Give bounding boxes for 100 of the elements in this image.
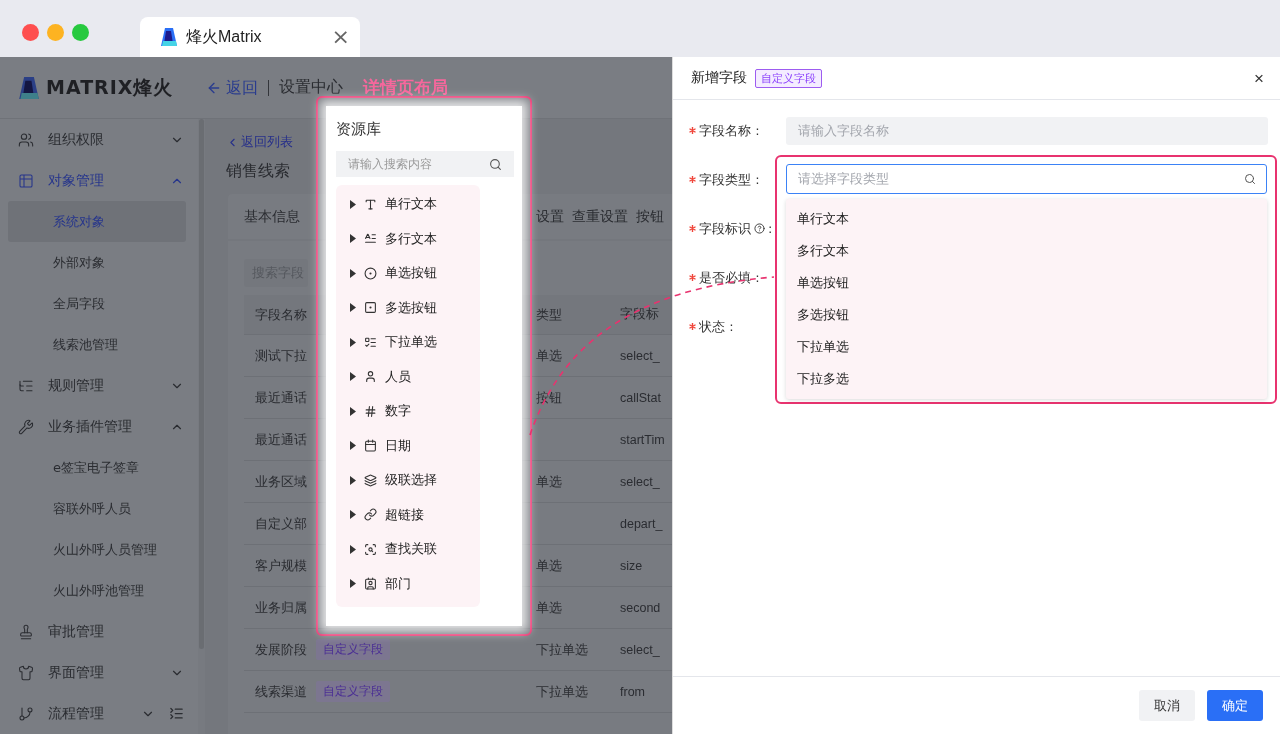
field-label: 状态 :: [699, 317, 734, 336]
help-icon[interactable]: [754, 223, 765, 234]
dropdown-option[interactable]: 下拉多选: [786, 363, 1267, 395]
maximize-dot[interactable]: [72, 24, 89, 41]
sidebar-subitem[interactable]: 火山外呼池管理: [8, 570, 187, 611]
tab[interactable]: 按钮: [636, 207, 664, 226]
letter-t-icon: [364, 197, 377, 211]
resource-item[interactable]: 级联选择: [350, 463, 480, 498]
table-cell: 下拉单选: [536, 683, 588, 699]
breadcrumb: 设置中心: [279, 77, 343, 98]
hash-icon: [364, 404, 377, 418]
dropdown-option[interactable]: 单行文本: [786, 203, 1267, 235]
sidebar-subitem[interactable]: 火山外呼人员管理: [8, 529, 187, 570]
select-field[interactable]: 请选择字段类型: [786, 164, 1267, 194]
resource-item[interactable]: 部门: [350, 566, 480, 601]
sidebar-item[interactable]: 对象管理: [0, 160, 199, 201]
confirm-button[interactable]: 确定: [1207, 690, 1263, 721]
field-label: 字段名称 :: [699, 121, 760, 140]
table-cell-text: 客户规模: [254, 556, 308, 575]
tab[interactable]: 设置: [536, 207, 564, 226]
sidebar-item[interactable]: 流程管理: [0, 693, 199, 734]
table-icon: [18, 172, 34, 189]
logo-icon: [160, 27, 178, 47]
table-cell: select_: [620, 642, 660, 657]
dropdown-option[interactable]: 多选按钮: [786, 299, 1267, 331]
checkbox-icon: [364, 301, 377, 315]
sidebar-subitem[interactable]: 容联外呼人员: [8, 488, 187, 529]
radio-icon: [364, 266, 377, 280]
sidebar-item[interactable]: 审批管理: [0, 611, 199, 652]
close-icon[interactable]: ×: [331, 26, 350, 48]
sidebar-subitem[interactable]: 外部对象: [8, 242, 187, 283]
table-cell: 单选: [536, 347, 562, 363]
close-button[interactable]: ×: [1254, 69, 1264, 87]
column-header: 字段标: [620, 306, 659, 323]
table-cell-text: 业务归属: [254, 598, 308, 617]
table-cell: 按钮: [536, 389, 562, 405]
sidebar-subitem[interactable]: 系统对象: [8, 201, 187, 242]
page-title: 销售线索: [226, 161, 290, 182]
logo-text: MATRIX烽火: [46, 74, 175, 100]
dropdown-option[interactable]: 单选按钮: [786, 267, 1267, 299]
cancel-button[interactable]: 取消: [1139, 690, 1195, 721]
tab-title: 烽火Matrix: [186, 26, 263, 47]
tab[interactable]: 基本信息: [244, 207, 300, 226]
collapse-icon[interactable]: [169, 706, 185, 721]
shirt-icon: [18, 664, 34, 681]
link-icon: [364, 508, 377, 522]
sidebar-subitem[interactable]: 全局字段: [8, 283, 187, 324]
contact-icon: [364, 577, 377, 591]
tab[interactable]: 查重设置: [572, 207, 628, 226]
person-icon: [364, 370, 377, 384]
search-icon: [1244, 173, 1256, 185]
back-link[interactable]: 返回: [206, 79, 269, 96]
dropdown-option[interactable]: 多行文本: [786, 235, 1267, 267]
back-link[interactable]: 返回列表: [226, 133, 293, 151]
tag: 自定义字段: [316, 639, 390, 660]
resource-item[interactable]: 多行文本: [350, 221, 480, 256]
resource-item[interactable]: 数字: [350, 394, 480, 429]
table-cell-text: 发展阶段: [254, 640, 308, 659]
table-cell-text: 最近通话: [254, 388, 308, 407]
minimize-dot[interactable]: [47, 24, 64, 41]
table-cell-text: 线索渠道: [254, 682, 308, 701]
resource-item[interactable]: 多选按钮: [350, 290, 480, 325]
tag: 自定义字段: [755, 68, 822, 88]
resource-item[interactable]: 超链接: [350, 497, 480, 532]
sidebar-subitem[interactable]: 线索池管理: [8, 324, 187, 365]
sidebar-item[interactable]: 规则管理: [0, 365, 199, 406]
sidebar-item[interactable]: 组织权限: [0, 119, 199, 160]
column-header: 字段名称: [254, 305, 308, 324]
search-field[interactable]: 请输入搜索内容: [336, 151, 514, 177]
sidebar-subitem[interactable]: e签宝电子签章: [8, 447, 187, 488]
resource-item[interactable]: 下拉单选: [350, 325, 480, 360]
table-cell: size: [620, 558, 643, 573]
close-dot[interactable]: [22, 24, 39, 41]
text-field[interactable]: 请输入字段名称: [786, 116, 1268, 145]
table-cell: callStat: [620, 390, 661, 405]
resource-item[interactable]: 查找关联: [350, 532, 480, 567]
logo-icon: [18, 74, 40, 101]
resource-item[interactable]: 单选按钮: [350, 256, 480, 291]
branch-icon: [18, 705, 34, 722]
resource-item[interactable]: 人员: [350, 359, 480, 394]
resource-item[interactable]: 日期: [350, 428, 480, 463]
sidebar-item[interactable]: 业务插件管理: [0, 406, 199, 447]
dropdown-option[interactable]: 下拉单选: [786, 331, 1267, 363]
text-lines-icon: [364, 232, 377, 246]
users-icon: [18, 131, 34, 148]
table-cell: 单选: [536, 599, 562, 615]
field-label: 字段类型 :: [699, 170, 760, 189]
table-cell-text: 测试下拉: [254, 346, 308, 365]
layers-icon: [364, 473, 377, 487]
resource-item[interactable]: 单行文本: [350, 187, 480, 222]
table-cell-text: 业务区域: [254, 472, 308, 491]
sidebar-item[interactable]: 界面管理: [0, 652, 199, 693]
table-cell: from: [620, 684, 645, 699]
field-label: 字段标识: [699, 219, 751, 238]
table-cell: 下拉单选: [536, 641, 588, 657]
table-cell: 单选: [536, 473, 562, 489]
browser-tab[interactable]: 烽火Matrix ×: [140, 17, 360, 57]
column-header: 类型: [536, 305, 563, 324]
annotation-label: 详情页布局: [363, 76, 448, 99]
calendar-icon: [364, 439, 377, 453]
